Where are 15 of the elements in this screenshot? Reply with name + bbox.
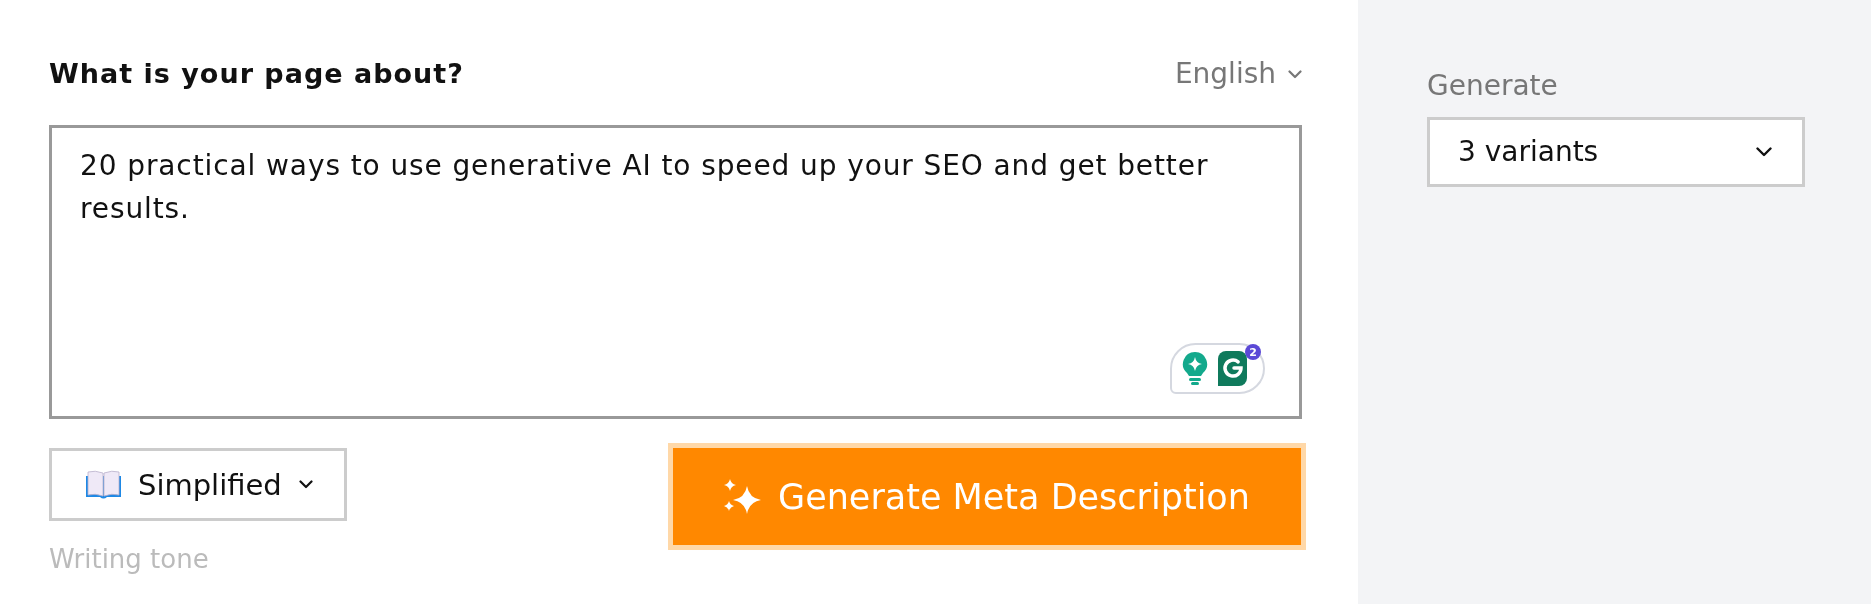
chevron-down-icon	[1288, 69, 1302, 79]
book-icon	[86, 469, 121, 500]
assistant-widget[interactable]: 2	[1170, 343, 1265, 394]
count-badge: 2	[1245, 344, 1261, 360]
writing-tone-label: Writing tone	[49, 544, 209, 574]
sparkle-icon	[724, 479, 761, 514]
variants-dropdown[interactable]: 3 variants	[1427, 117, 1805, 187]
language-dropdown[interactable]: English	[1174, 56, 1302, 92]
lightbulb-icon	[1182, 352, 1208, 385]
variants-label: Generate	[1427, 71, 1558, 101]
g-logo-icon	[1218, 351, 1247, 386]
writing-tone-dropdown[interactable]: Simplified	[49, 448, 347, 521]
section-heading: What is your page about?	[49, 57, 464, 91]
chevron-down-icon	[298, 480, 313, 489]
chevron-down-icon	[1756, 147, 1772, 157]
